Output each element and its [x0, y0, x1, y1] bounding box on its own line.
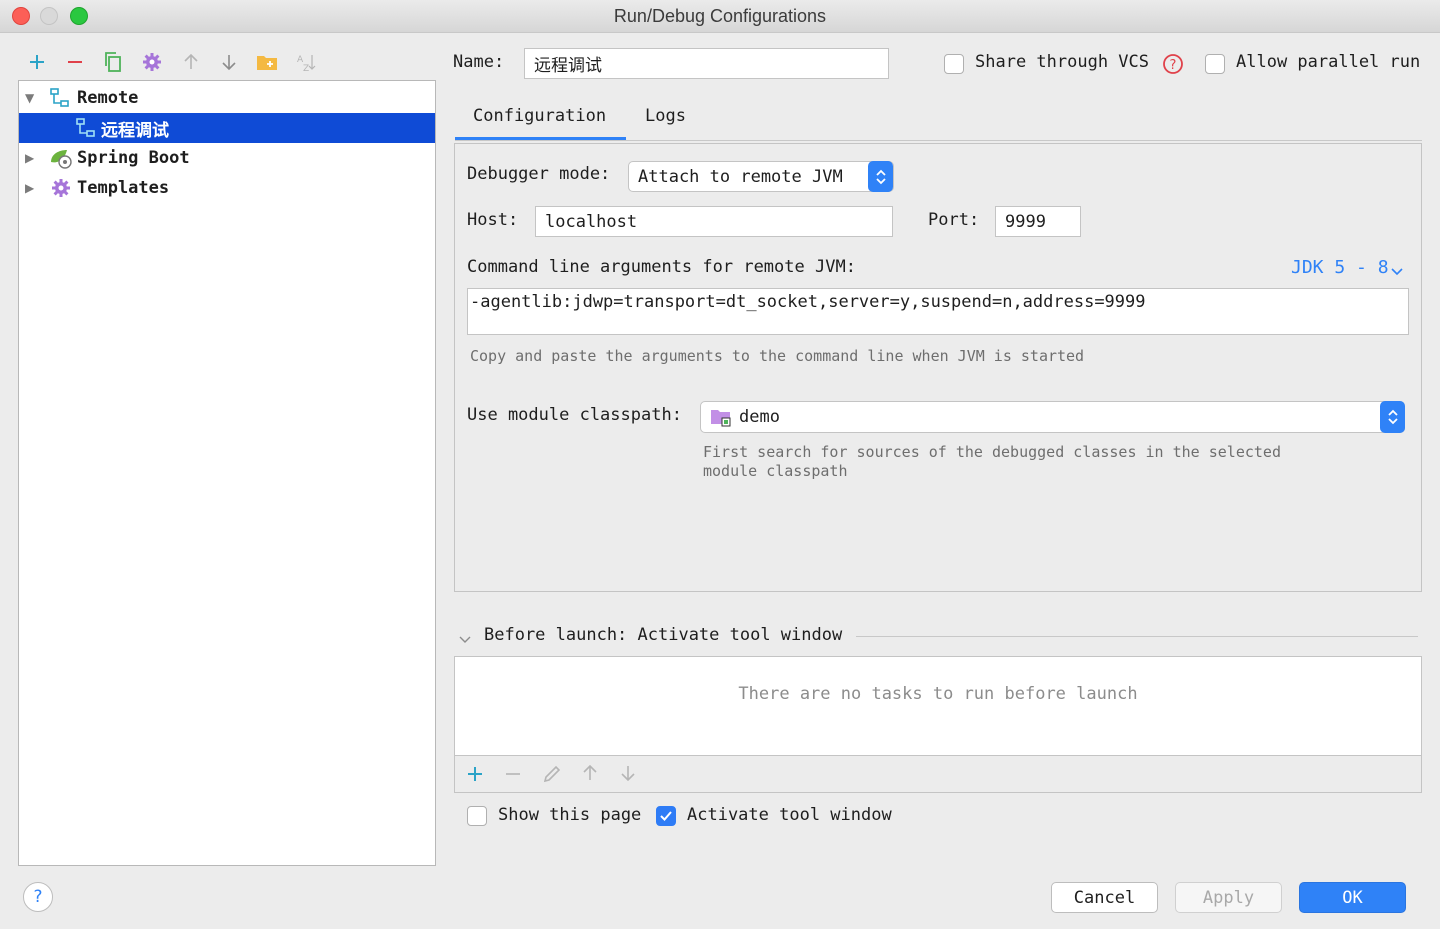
before-launch-tasks-list[interactable]: There are no tasks to run before launch	[454, 656, 1422, 756]
move-task-up-icon[interactable]	[581, 764, 599, 787]
jdk-version-dropdown[interactable]: JDK 5 - 8	[1291, 257, 1389, 278]
cancel-button[interactable]: Cancel	[1051, 882, 1158, 913]
share-vcs-label: Share through VCS	[975, 52, 1149, 72]
module-classpath-label: Use module classpath:	[467, 405, 682, 425]
window-title: Run/Debug Configurations	[613, 6, 827, 26]
title-bar: Run/Debug Configurations	[0, 0, 1440, 33]
tasks-toolbar	[454, 756, 1422, 793]
add-icon[interactable]	[25, 50, 49, 74]
module-folder-icon	[710, 407, 732, 432]
debugger-mode-value: Attach to remote JVM	[638, 166, 843, 187]
collapsed-triangle-icon[interactable]: ▶	[25, 181, 34, 195]
activate-tool-window-checkbox[interactable]	[656, 806, 676, 826]
copy-icon[interactable]	[101, 50, 125, 74]
edit-pencil-icon[interactable]	[542, 764, 562, 789]
port-label: Port:	[928, 210, 980, 230]
tree-item-label: 远程调试	[101, 120, 169, 141]
show-page-label: Show this page	[498, 805, 642, 825]
spring-boot-icon	[49, 146, 73, 175]
ok-button[interactable]: OK	[1299, 882, 1406, 913]
expanded-triangle-icon[interactable]: ▼	[25, 91, 34, 105]
share-vcs-checkbox[interactable]	[944, 54, 964, 74]
configuration-tree[interactable]: ▼ Remote 远程调试 ▶ Spring Boot ▶ Templates	[18, 80, 436, 866]
move-task-down-icon[interactable]	[619, 764, 637, 787]
svg-text:Z: Z	[303, 64, 309, 72]
activate-tool-window-label: Activate tool window	[687, 805, 892, 825]
remote-debug-icon	[49, 87, 71, 114]
arrow-down-icon[interactable]	[217, 50, 241, 74]
before-launch-title: Before launch: Activate tool window	[484, 625, 843, 645]
wrench-gear-icon	[51, 178, 71, 203]
settings-gear-icon[interactable]	[140, 50, 164, 74]
allow-parallel-checkbox[interactable]	[1205, 54, 1225, 74]
apply-button[interactable]: Apply	[1175, 882, 1282, 913]
sort-alphabetically-icon[interactable]: AZ	[294, 50, 318, 74]
command-line-field[interactable]: -agentlib:jdwp=transport=dt_socket,serve…	[467, 288, 1409, 335]
empty-tasks-text: There are no tasks to run before launch	[738, 684, 1138, 704]
name-field[interactable]: 远程调试	[524, 48, 889, 79]
module-classpath-select[interactable]: demo	[700, 401, 1405, 433]
new-folder-icon[interactable]	[255, 50, 279, 74]
command-line-hint: Copy and paste the arguments to the comm…	[470, 347, 1085, 365]
tree-item-remote-debug-config[interactable]: 远程调试	[19, 113, 435, 143]
remote-debug-icon	[75, 117, 97, 144]
debugger-mode-label: Debugger mode:	[467, 164, 611, 184]
tree-item-label: Templates	[77, 178, 170, 198]
tree-item-remote[interactable]: ▼ Remote	[19, 83, 435, 113]
module-classpath-hint-1: First search for sources of the debugged…	[703, 443, 1281, 461]
tabs-divider	[455, 140, 1422, 141]
name-label: Name:	[453, 52, 505, 72]
module-classpath-value: demo	[739, 407, 780, 427]
collapsed-triangle-icon[interactable]: ▶	[25, 151, 34, 165]
arrow-up-icon[interactable]	[179, 50, 203, 74]
show-page-checkbox[interactable]	[467, 806, 487, 826]
tree-item-templates[interactable]: ▶ Templates	[19, 173, 435, 203]
chevron-down-icon[interactable]	[1390, 262, 1404, 282]
help-button[interactable]: ?	[23, 882, 53, 912]
select-chevron-icon[interactable]	[868, 161, 893, 192]
add-task-icon[interactable]	[466, 765, 484, 788]
host-label: Host:	[467, 210, 519, 230]
remove-task-icon[interactable]	[504, 765, 522, 788]
svg-text:?: ?	[1170, 58, 1177, 73]
debugger-mode-select[interactable]: Attach to remote JVM	[628, 161, 894, 192]
checkmark-icon	[660, 811, 672, 821]
help-question-icon[interactable]: ?	[1162, 53, 1184, 80]
tree-item-label: Remote	[77, 88, 139, 108]
host-field[interactable]: localhost	[535, 206, 893, 237]
command-line-label: Command line arguments for remote JVM:	[467, 257, 856, 277]
module-classpath-hint-2: module classpath	[703, 462, 848, 480]
collapse-chevron-icon[interactable]	[458, 630, 472, 650]
select-chevron-icon[interactable]	[1380, 401, 1405, 433]
tab-configuration[interactable]: Configuration	[473, 106, 606, 126]
tab-logs[interactable]: Logs	[645, 106, 686, 126]
remove-icon[interactable]	[63, 50, 87, 74]
before-launch-divider	[856, 636, 1418, 637]
port-field[interactable]: 9999	[995, 206, 1081, 237]
allow-parallel-label: Allow parallel run	[1236, 52, 1421, 72]
tree-item-spring-boot[interactable]: ▶ Spring Boot	[19, 143, 435, 173]
tree-item-label: Spring Boot	[77, 148, 190, 168]
